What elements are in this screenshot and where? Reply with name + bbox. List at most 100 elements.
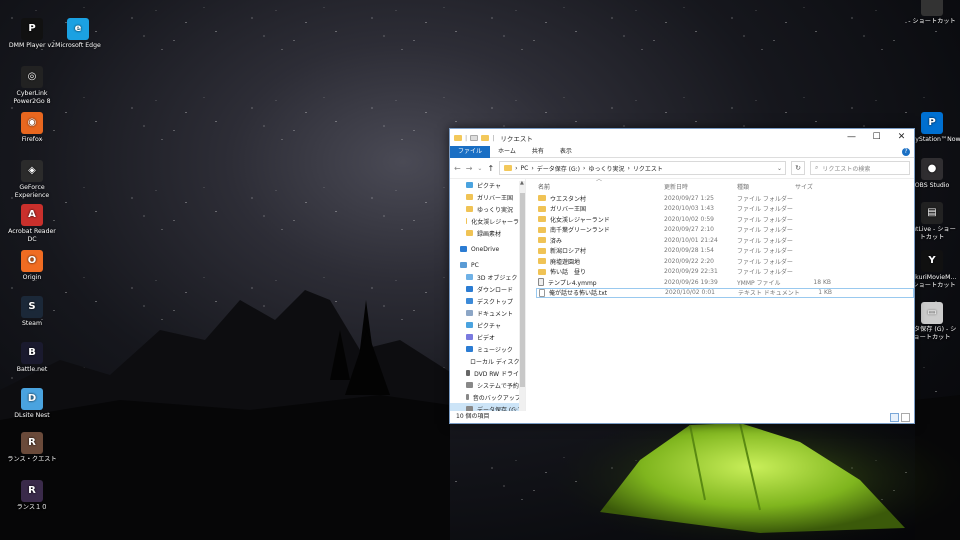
details-view-icon[interactable] — [890, 413, 899, 422]
scrollbar-thumb[interactable] — [520, 193, 525, 387]
nav-item[interactable]: デスクトップ — [450, 295, 525, 307]
folder-icon — [538, 237, 546, 244]
folder-icon — [454, 134, 462, 141]
chevron-down-icon[interactable]: ⌄ — [777, 165, 785, 172]
file-row[interactable]: 済み 2020/10/01 21:24 ファイル フォルダー — [536, 235, 914, 246]
status-bar-count: 10 個の項目 — [456, 413, 490, 420]
desktop-icon-left-10[interactable]: R ランス・クエスト — [6, 432, 58, 464]
scroll-up-icon[interactable]: ▲ — [520, 180, 524, 186]
desktop-icon-left-6[interactable]: O Origin — [6, 250, 58, 282]
desktop-icon-left-1[interactable]: e Microsoft Edge — [52, 18, 104, 50]
file-row[interactable]: 怖い話 昼り 2020/09/29 22:31 ファイル フォルダー — [536, 267, 914, 278]
breadcrumb-current[interactable]: リクエスト — [633, 164, 663, 173]
file-type: ファイル フォルダー — [737, 248, 793, 256]
nav-item[interactable]: ローカル ディスク (C — [450, 355, 525, 367]
nav-item[interactable]: OneDrive — [450, 243, 525, 255]
file-row[interactable]: テンプレ4.ymmp 2020/09/26 19:39 YMMP ファイル 18 KB — [536, 277, 914, 288]
desktop-icon-left-8[interactable]: B Battle.net — [6, 342, 58, 374]
nav-item[interactable]: ドキュメント — [450, 307, 525, 319]
address-bar[interactable]: › PC › データ保存 (G:) › ゆっくり実況 › リクエスト ⌄ — [499, 161, 786, 175]
desktop-icon-left-11[interactable]: R ランス１０ — [6, 480, 58, 512]
file-list[interactable]: ︿ 名前 更新日時 種類 サイズ ウエスタン村 2020/09/27 1:25 ファ… — [536, 176, 914, 411]
tab-share[interactable]: 共有 — [524, 146, 552, 158]
file-row[interactable]: ウエスタン村 2020/09/27 1:25 ファイル フォルダー — [536, 193, 914, 204]
nav-item[interactable]: 3D オブジェクト — [450, 271, 525, 283]
column-date[interactable]: 更新日時 — [664, 182, 737, 191]
nav-item[interactable]: ミュージック — [450, 343, 525, 355]
desktop-icon-left-4[interactable]: ◈ GeForce Experience — [6, 160, 58, 199]
large-icons-view-icon[interactable] — [901, 413, 910, 422]
nav-item[interactable]: 音のバックアップ ( — [450, 391, 525, 403]
desktop-icon-left-9[interactable]: D DLsite Nest — [6, 388, 58, 420]
nav-item[interactable]: DVD RW ドライブ — [450, 367, 525, 379]
help-icon[interactable]: ? — [902, 147, 910, 156]
nav-item[interactable]: 化女渓レジャーラン — [450, 215, 525, 227]
new-folder-icon[interactable] — [481, 134, 490, 141]
desktop-icon-right-0[interactable]: - ショートカット — [906, 0, 958, 26]
file-type: ファイル フォルダー — [737, 206, 793, 214]
file-name-cell: 南千葉グリーンランド — [536, 225, 664, 234]
recent-locations-icon[interactable]: ⌄ — [477, 165, 482, 172]
tab-home[interactable]: ホーム — [490, 146, 524, 158]
maximize-button[interactable]: ☐ — [864, 129, 889, 146]
folder-icon — [466, 230, 473, 236]
desktop-icon-left-7[interactable]: S Steam — [6, 296, 58, 328]
tab-view[interactable]: 表示 — [552, 146, 580, 158]
firefox-icon: ◉ — [21, 112, 43, 134]
minimize-button[interactable]: — — [839, 129, 864, 146]
navigation-pane[interactable]: ピクチャ ガリバー王国 ゆっくり実況 化女渓レジャーラン 録画素材 OneDrive PC 3… — [450, 179, 526, 411]
folder-icon — [538, 258, 546, 265]
nav-item[interactable]: ピクチャ — [450, 319, 525, 331]
nav-scrollbar[interactable]: ▲ — [519, 180, 525, 411]
desktop-icon-left-2[interactable]: ◎ CyberLink Power2Go 8 — [6, 66, 58, 105]
file-row[interactable]: 南千葉グリーンランド 2020/09/27 2:10 ファイル フォルダー — [536, 225, 914, 236]
nav-item[interactable]: データ保存 (G:) — [450, 403, 525, 411]
breadcrumb-pc[interactable]: PC — [521, 165, 529, 172]
search-box[interactable]: ⌕ リクエストの検索 — [810, 161, 910, 175]
tab-file[interactable]: ファイル — [450, 145, 491, 158]
nav-item-label: ガリバー王国 — [477, 194, 514, 202]
breadcrumb-folder[interactable]: ゆっくり実況 — [588, 164, 624, 173]
pc-icon — [460, 262, 467, 268]
nav-item[interactable]: ビデオ — [450, 331, 525, 343]
close-button[interactable]: ✕ — [889, 129, 914, 146]
dlsite-icon: D — [21, 388, 43, 410]
file-explorer-window[interactable]: | | リクエスト — ☐ ✕ ファイル ホーム 共有 表示 ? ← → ⌄ ↑… — [449, 128, 915, 424]
file-date: 2020/10/03 1:43 — [664, 205, 714, 213]
file-row[interactable]: 化女渓レジャーランド 2020/10/02 0:59 ファイル フォルダー — [536, 214, 914, 225]
breadcrumb-drive[interactable]: データ保存 (G:) — [537, 164, 580, 173]
desktop-icon-label: GeForce Experience — [14, 184, 50, 199]
nav-item[interactable]: ダウンロード — [450, 283, 525, 295]
desktop-icon-left-5[interactable]: A Acrobat Reader DC — [6, 204, 58, 243]
file-name-cell: 化女渓レジャーランド — [536, 215, 664, 224]
nav-item[interactable]: 録画素材 — [450, 227, 525, 239]
nav-item[interactable]: PC — [450, 259, 525, 271]
nav-item-label: ミュージック — [477, 346, 513, 354]
file-row[interactable]: 俺が話せる怖い話.txt 2020/10/02 0:01 テキスト ドキュメント 1 … — [536, 287, 914, 298]
file-row[interactable]: 廃墟遊園地 2020/09/22 2:20 ファイル フォルダー — [536, 256, 914, 267]
forward-arrow-icon[interactable]: → — [466, 164, 473, 173]
file-row[interactable]: ガリバー王国 2020/10/03 1:43 ファイル フォルダー — [536, 204, 914, 215]
desktop-icon-left-3[interactable]: ◉ Firefox — [6, 112, 58, 144]
nav-item[interactable]: ゆっくり実況 — [450, 203, 525, 215]
refresh-icon[interactable]: ↻ — [791, 161, 805, 175]
quick-access-toolbar: | | — [454, 134, 494, 142]
desktop-icon-left-0[interactable]: P DMM Player v2 — [6, 18, 58, 50]
nav-item-label: ドキュメント — [477, 310, 514, 318]
column-type[interactable]: 種類 — [737, 182, 795, 191]
acrobat-icon: A — [21, 204, 43, 226]
nav-item-label: システムで予約済 — [477, 382, 525, 390]
documents-icon — [466, 310, 473, 316]
up-arrow-icon[interactable]: ↑ — [487, 164, 494, 173]
folder-icon — [538, 216, 546, 223]
column-size[interactable]: サイズ — [795, 182, 831, 191]
properties-icon[interactable] — [470, 134, 479, 141]
nav-item-label: ピクチャ — [477, 182, 501, 190]
back-arrow-icon[interactable]: ← — [454, 164, 461, 173]
nav-item[interactable]: システムで予約済 — [450, 379, 525, 391]
title-bar[interactable]: | | リクエスト — ☐ ✕ — [450, 129, 914, 146]
file-row[interactable]: 新潟ロシア村 2020/09/28 1:54 ファイル フォルダー — [536, 246, 914, 257]
nav-item[interactable]: ガリバー王国 — [450, 191, 525, 203]
nav-item[interactable]: ピクチャ — [450, 179, 525, 191]
desktop-icon-label: CyberLink Power2Go 8 — [13, 90, 51, 105]
